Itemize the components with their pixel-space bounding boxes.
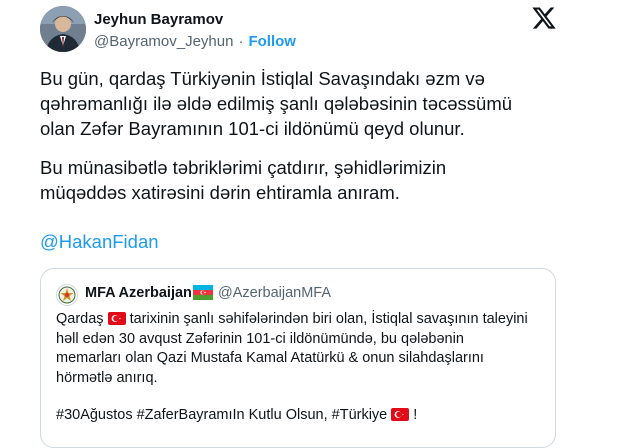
azerbaijan-flag-icon	[193, 285, 213, 300]
quoted-author-name[interactable]: MFA Azerbaijan	[85, 285, 192, 301]
quoted-line: memarları olan Qazi Mustafa Kamal Atatür…	[56, 350, 484, 366]
tweet-line: müqəddəs xatirəsini dərin ehtiramla anır…	[40, 182, 400, 203]
author-meta: @Bayramov_Jeyhun · Follow	[94, 33, 296, 50]
quoted-text: Qardaş tarixinin şanlı səhifələrindən bir…	[56, 310, 544, 426]
quoted-line: həll edən 30 avqust Zəfərinin 101-ci ild…	[56, 330, 464, 347]
tweet-line: qəhrəmanlığı ilə əldə edilmiş şanlı qələ…	[40, 93, 513, 114]
quoted-text-segment: Qardaş	[56, 311, 104, 327]
follow-button[interactable]: Follow	[248, 33, 296, 50]
tweet-text: Bu gün, qardaş Türkiyənin İstiqlal Savaş…	[40, 66, 610, 254]
tweet-card: Jeyhun Bayramov @Bayramov_Jeyhun · Follow …	[0, 0, 625, 448]
quoted-author-handle[interactable]: @AzerbaijanMFA	[218, 285, 331, 301]
tweet-line: Bu gün, qardaş Türkiyənin İstiqlal Savaş…	[40, 68, 485, 89]
mfa-emblem-icon[interactable]	[56, 284, 78, 306]
quoted-tweet[interactable]: MFA Azerbaijan @AzerbaijanMFA Qardaş tari…	[40, 268, 556, 448]
mention-link[interactable]: @HakanFidan	[40, 229, 610, 254]
hashtag-line: #30Ağustos #ZaferBayramıIn Kutlu Olsun, …	[56, 406, 544, 426]
quoted-text-segment: tarixinin şanlı səhifələrindən biri olan…	[129, 311, 528, 327]
turkey-flag-icon	[391, 408, 410, 421]
hashtags[interactable]: #30Ağustos #ZaferBayramıIn Kutlu Olsun, …	[56, 407, 387, 423]
tweet-line: Bu münasibətlə təbriklərimi çatdırır, şə…	[40, 157, 447, 178]
author-handle[interactable]: @Bayramov_Jeyhun	[94, 33, 233, 50]
x-logo-icon[interactable]	[531, 5, 557, 31]
turkey-flag-icon	[107, 312, 126, 325]
author-name[interactable]: Jeyhun Bayramov	[94, 11, 223, 28]
tweet-line: olan Zəfər Bayramının 101-ci ildönümü qe…	[40, 118, 465, 139]
quoted-line: hörmətlə anırıq.	[56, 369, 158, 386]
separator-dot: ·	[238, 33, 244, 50]
quoted-line: Qardaş tarixinin şanlı səhifələrindən bir…	[56, 310, 544, 330]
avatar[interactable]	[40, 6, 86, 52]
hashtag-suffix: !	[413, 407, 418, 423]
